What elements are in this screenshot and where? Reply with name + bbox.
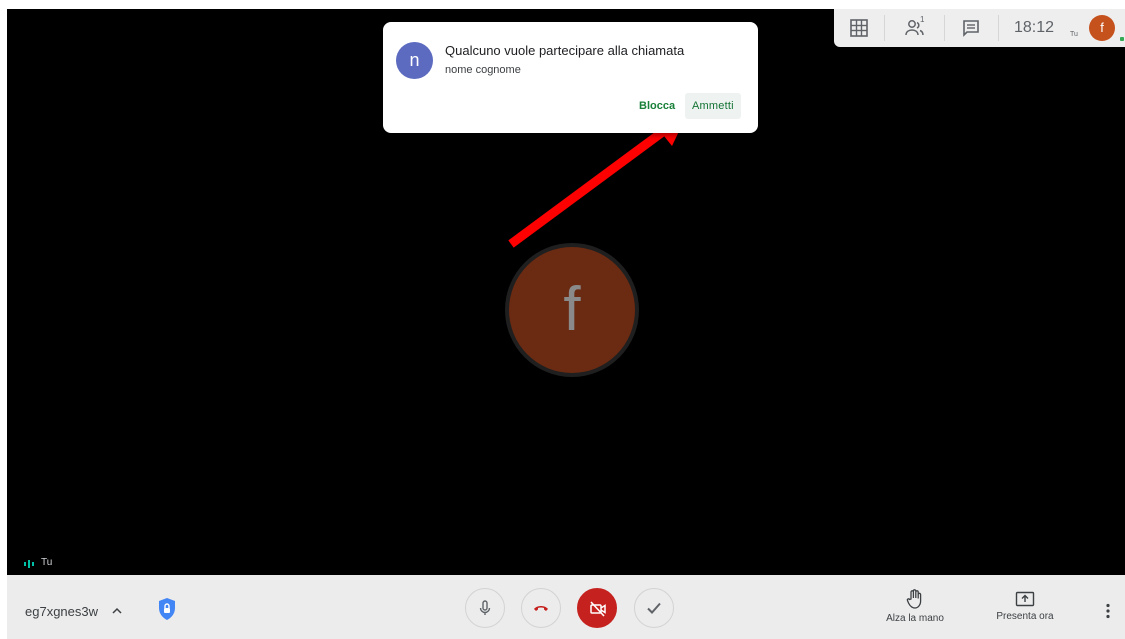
present-now-label: Presenta ora [996, 611, 1054, 622]
hang-up-icon [534, 606, 548, 611]
more-options-icon[interactable] [1105, 603, 1111, 619]
divider [944, 15, 945, 41]
clock: 18:12 [1014, 19, 1055, 36]
requester-name: nome cognome [445, 64, 521, 76]
camera-toggle-button[interactable] [577, 588, 617, 628]
admit-button[interactable]: Ammetti [685, 93, 741, 119]
raise-hand-label: Alza la mano [886, 613, 944, 624]
self-label: Tu [1070, 31, 1078, 38]
participants-count: 1 [920, 15, 925, 24]
microphone-button[interactable] [465, 588, 505, 628]
grid-layout-icon[interactable] [850, 19, 868, 37]
join-request-dialog: n Qualcuno vuole partecipare alla chiama… [383, 22, 758, 133]
chat-icon[interactable] [962, 19, 980, 37]
hand-icon [906, 589, 922, 609]
microphone-icon [479, 600, 491, 615]
present-screen-icon [1015, 591, 1035, 607]
check-icon [647, 602, 661, 614]
block-button[interactable]: Blocca [632, 93, 682, 119]
join-request-title: Qualcuno vuole partecipare alla chiamata [445, 43, 685, 58]
self-avatar[interactable]: f [1089, 15, 1115, 41]
security-shield-icon[interactable] [157, 597, 177, 621]
bottom-control-bar: eg7xgnes3w Alza la mano Presenta ora [7, 575, 1125, 639]
divider [998, 15, 999, 41]
audio-indicator [1120, 37, 1124, 41]
camera-off-icon [590, 601, 606, 617]
raise-hand-button[interactable]: Alza la mano [885, 589, 945, 624]
captions-check-button[interactable] [634, 588, 674, 628]
chevron-up-icon[interactable] [112, 606, 122, 616]
present-now-button[interactable]: Presenta ora [993, 591, 1057, 622]
requester-avatar: n [396, 42, 433, 79]
top-info-bar: 1 18:12 Tu f [834, 9, 1125, 47]
divider [884, 15, 885, 41]
leave-call-button[interactable] [521, 588, 561, 628]
meeting-code[interactable]: eg7xgnes3w [25, 604, 98, 619]
